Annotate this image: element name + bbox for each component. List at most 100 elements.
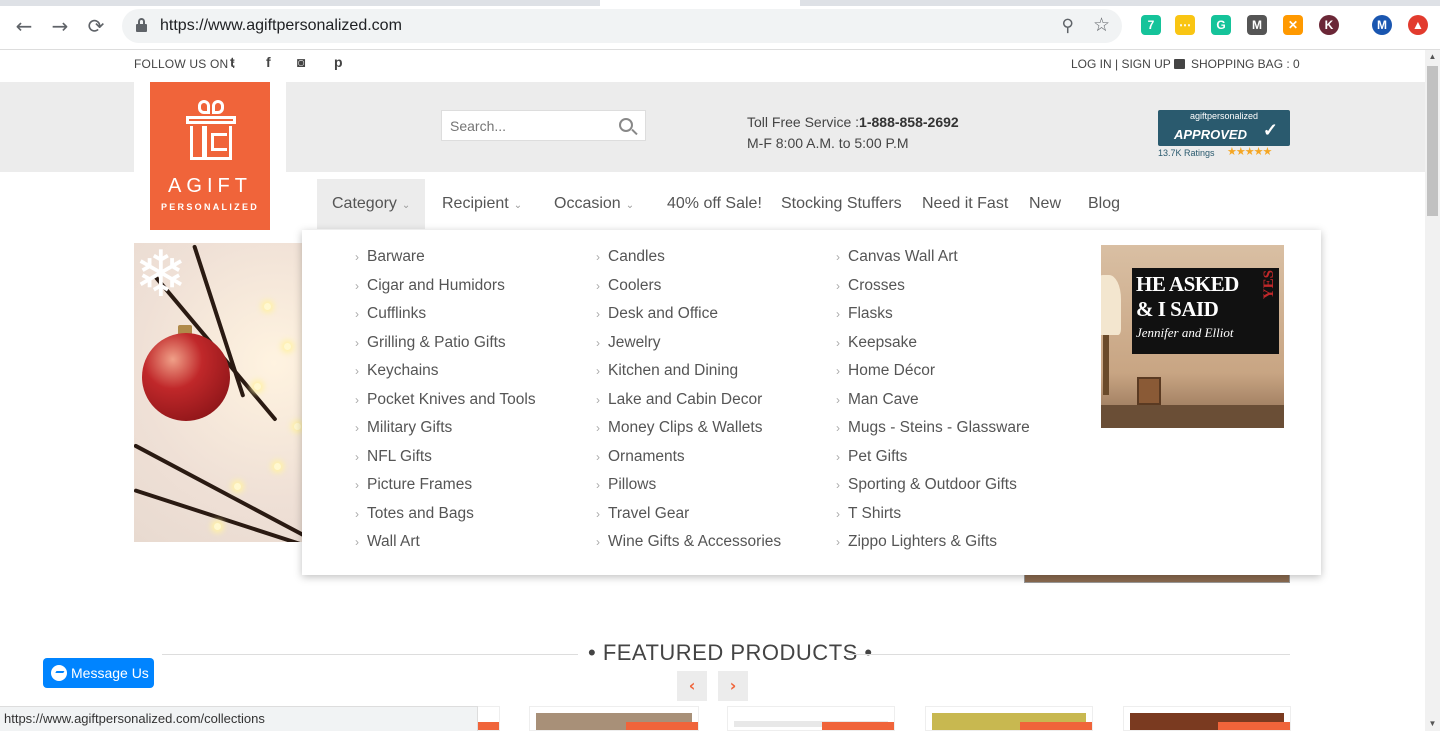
featured-products-title: • FEATURED PRODUCTS • xyxy=(588,640,873,665)
category-link[interactable]: › Kitchen and Dining xyxy=(596,362,781,391)
category-link[interactable]: › Mugs - Steins - Glassware xyxy=(836,419,1030,448)
category-link[interactable]: › Grilling & Patio Gifts xyxy=(355,334,536,363)
category-link[interactable]: › Pillows xyxy=(596,476,781,505)
twitter-icon[interactable]: t xyxy=(230,54,235,70)
category-link[interactable]: › Desk and Office xyxy=(596,305,781,334)
category-link[interactable]: › Travel Gear xyxy=(596,505,781,534)
product-card[interactable] xyxy=(529,706,699,731)
category-link[interactable]: › Cufflinks xyxy=(355,305,536,334)
scrollbar-thumb[interactable] xyxy=(1427,66,1438,216)
nav-new[interactable]: New xyxy=(1014,179,1076,229)
page-scrollbar[interactable]: ▲ ▼ xyxy=(1425,50,1440,731)
notes-ext-icon[interactable]: ⋯ xyxy=(1175,15,1195,35)
product-card[interactable] xyxy=(727,706,895,731)
nav-sale[interactable]: 40% off Sale! xyxy=(652,179,777,229)
nav-need-it-fast[interactable]: Need it Fast xyxy=(907,179,1023,229)
nav-recipient[interactable]: Recipient ⌄ xyxy=(427,179,537,229)
category-link[interactable]: › Pocket Knives and Tools xyxy=(355,391,536,420)
product-card[interactable] xyxy=(1123,706,1291,731)
category-link[interactable]: › Ornaments xyxy=(596,448,781,477)
login-signup-link[interactable]: LOG IN | SIGN UP xyxy=(1071,57,1171,71)
category-link[interactable]: › Coolers xyxy=(596,277,781,306)
phone-number: 1-888-858-2692 xyxy=(859,114,959,130)
chevron-down-icon: ⌄ xyxy=(513,200,523,211)
address-url[interactable]: https://www.agiftpersonalized.com xyxy=(160,17,402,35)
reload-icon[interactable]: ⟳ xyxy=(82,12,110,40)
category-link[interactable]: › Pet Gifts xyxy=(836,448,1030,477)
g-ext-icon[interactable]: G xyxy=(1211,15,1231,35)
chevron-right-icon: › xyxy=(355,335,359,350)
instagram-icon[interactable]: ◙ xyxy=(297,54,305,70)
category-link[interactable]: › Picture Frames xyxy=(355,476,536,505)
nav-stocking-stuffers[interactable]: Stocking Stuffers xyxy=(766,179,917,229)
badge-top: agiftpersonalized APPROVED ✓ xyxy=(1158,110,1290,146)
back-icon[interactable]: ← xyxy=(10,12,38,40)
category-label: Travel Gear xyxy=(608,504,690,522)
grammarly-ext-icon[interactable]: 7 xyxy=(1141,15,1161,35)
category-label: T Shirts xyxy=(848,504,902,522)
category-link[interactable]: › Candles xyxy=(596,248,781,277)
chevron-right-icon: › xyxy=(836,278,840,293)
category-link[interactable]: › Home Décor xyxy=(836,362,1030,391)
category-link[interactable]: › Man Cave xyxy=(836,391,1030,420)
category-link[interactable]: › Money Clips & Wallets xyxy=(596,419,781,448)
facebook-icon[interactable]: f xyxy=(266,54,271,70)
checkmark-icon: ✓ xyxy=(1262,120,1278,140)
shopper-approved-badge[interactable]: agiftpersonalized APPROVED ✓ 13.7K Ratin… xyxy=(1158,110,1290,160)
category-link[interactable]: › Totes and Bags xyxy=(355,505,536,534)
category-link[interactable]: › Barware xyxy=(355,248,536,277)
category-link[interactable]: › NFL Gifts xyxy=(355,448,536,477)
forward-icon[interactable]: → xyxy=(46,12,74,40)
profile-ext-icon[interactable]: M xyxy=(1372,15,1392,35)
nav-blog[interactable]: Blog xyxy=(1073,179,1135,229)
category-link[interactable]: › Wine Gifts & Accessories xyxy=(596,533,781,562)
carousel-prev-button[interactable]: ‹ xyxy=(677,671,707,701)
address-bar[interactable]: https://www.agiftpersonalized.com ⚲ ☆ xyxy=(122,9,1122,43)
scroll-up-icon[interactable]: ▲ xyxy=(1425,50,1440,64)
category-link[interactable]: › Zippo Lighters & Gifts xyxy=(836,533,1030,562)
category-link[interactable]: › Wall Art xyxy=(355,533,536,562)
category-label: Sporting & Outdoor Gifts xyxy=(848,476,1017,493)
dropdown-promo-image[interactable]: HE ASKED & I SAID YES Jennifer and Ellio… xyxy=(1101,245,1284,428)
site-logo[interactable]: AGIFT PERSONALIZED xyxy=(150,82,270,230)
pinterest-icon[interactable]: p xyxy=(334,54,343,70)
category-label: Cigar and Humidors xyxy=(367,276,505,294)
k-ext-icon[interactable]: K xyxy=(1319,15,1339,35)
category-link[interactable]: › Canvas Wall Art xyxy=(836,248,1030,277)
shopping-bag-link[interactable]: SHOPPING BAG : 0 xyxy=(1174,57,1300,71)
category-label: Keepsake xyxy=(848,333,917,351)
search-box[interactable] xyxy=(441,110,646,141)
x-ext-icon[interactable]: ✕ xyxy=(1283,15,1303,35)
zoom-icon[interactable]: ⚲ xyxy=(1062,16,1074,36)
bookmark-star-icon[interactable]: ☆ xyxy=(1093,14,1110,36)
m-ext-icon[interactable]: M xyxy=(1247,15,1267,35)
lock-icon[interactable] xyxy=(136,18,147,32)
site-topbar: FOLLOW US ON : t f ◙ p LOG IN | SIGN UP … xyxy=(0,50,1425,82)
category-link[interactable]: › Crosses xyxy=(836,277,1030,306)
red-ext-icon[interactable]: ▲ xyxy=(1408,15,1428,35)
chevron-right-icon: › xyxy=(596,535,600,549)
category-link[interactable]: › Keepsake xyxy=(836,334,1030,363)
category-link[interactable]: › Lake and Cabin Decor xyxy=(596,391,781,420)
hero-banner[interactable]: ❄ xyxy=(134,243,304,542)
category-link[interactable]: › Military Gifts xyxy=(355,419,536,448)
category-label: Flasks xyxy=(848,305,893,322)
category-link[interactable]: › Cigar and Humidors xyxy=(355,277,536,306)
nav-category[interactable]: Category ⌄ xyxy=(317,179,426,229)
carousel-next-button[interactable]: › xyxy=(718,671,748,701)
category-link[interactable]: › Jewelry xyxy=(596,334,781,363)
category-link[interactable]: › T Shirts xyxy=(836,505,1030,534)
messenger-button[interactable]: Message Us xyxy=(43,658,154,688)
shopping-bag-label: SHOPPING BAG : 0 xyxy=(1191,57,1300,71)
product-card[interactable] xyxy=(925,706,1093,731)
active-tab[interactable] xyxy=(600,0,800,6)
search-icon[interactable] xyxy=(619,118,633,132)
chevron-right-icon: › xyxy=(355,307,359,321)
category-link[interactable]: › Keychains xyxy=(355,362,536,391)
chevron-right-icon: › xyxy=(355,478,359,492)
scroll-down-icon[interactable]: ▼ xyxy=(1425,717,1440,731)
category-link[interactable]: › Flasks xyxy=(836,305,1030,334)
search-input[interactable] xyxy=(442,111,612,140)
nav-occasion[interactable]: Occasion ⌄ xyxy=(539,179,649,229)
category-link[interactable]: › Sporting & Outdoor Gifts xyxy=(836,476,1030,505)
